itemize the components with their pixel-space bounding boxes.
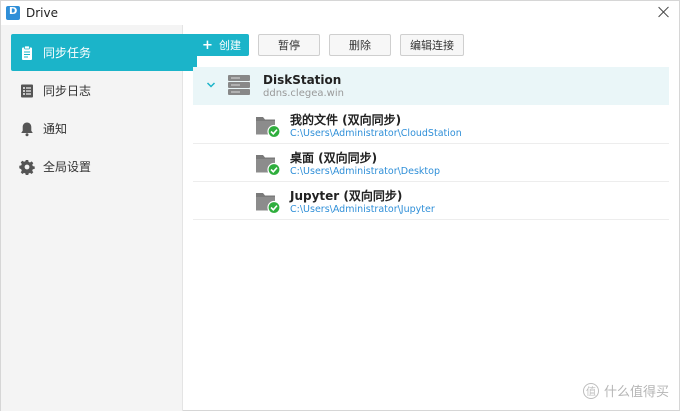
server-name: DiskStation bbox=[263, 73, 342, 87]
plus-icon: + bbox=[202, 37, 213, 53]
watermark: 值 什么值得买 bbox=[582, 381, 669, 400]
drive-logo-icon bbox=[6, 6, 20, 20]
watermark-text: 什么值得买 bbox=[603, 385, 669, 400]
sidebar-item-sync-tasks[interactable]: 同步任务 bbox=[11, 34, 197, 71]
sidebar-item-label: 通知 bbox=[43, 122, 68, 136]
sidebar: 同步任务 同步日志 通知 全局设置 bbox=[1, 25, 197, 411]
task-name: 我的文件 (双向同步) bbox=[290, 113, 402, 127]
sidebar-item-label: 同步任务 bbox=[43, 46, 92, 60]
task-row[interactable]: Jupyter (双向同步) C:\Users\Administrator\Ju… bbox=[193, 182, 669, 220]
title-bar: Drive bbox=[1, 1, 679, 25]
watermark-badge: 值 bbox=[582, 382, 599, 399]
sidebar-item-label: 全局设置 bbox=[43, 160, 92, 174]
bell-icon bbox=[19, 121, 35, 137]
sidebar-item-label: 同步日志 bbox=[43, 84, 92, 98]
task-path[interactable]: C:\Users\Administrator\Jupyter bbox=[290, 204, 435, 215]
gear-icon bbox=[19, 159, 35, 175]
task-name: 桌面 (双向同步) bbox=[290, 151, 378, 165]
task-path[interactable]: C:\Users\Administrator\Desktop bbox=[290, 166, 440, 177]
synced-folder-icon bbox=[255, 152, 281, 177]
window-title: Drive bbox=[26, 6, 58, 20]
close-icon[interactable] bbox=[657, 5, 671, 19]
clipboard-icon bbox=[19, 45, 35, 61]
list-icon bbox=[19, 83, 35, 99]
task-name: Jupyter (双向同步) bbox=[290, 189, 403, 203]
toolbar: + 创建 暂停 删除 编辑连接 bbox=[194, 34, 464, 56]
create-button[interactable]: + 创建 bbox=[194, 34, 249, 56]
delete-button[interactable]: 删除 bbox=[329, 34, 391, 56]
task-row[interactable]: 我的文件 (双向同步) C:\Users\Administrator\Cloud… bbox=[193, 106, 669, 144]
synced-folder-icon bbox=[255, 190, 281, 215]
sidebar-item-sync-log[interactable]: 同步日志 bbox=[11, 72, 197, 109]
server-host: ddns.clegea.win bbox=[263, 88, 344, 99]
sidebar-item-global-settings[interactable]: 全局设置 bbox=[11, 148, 197, 185]
app-window: Drive 同步任务 同步日志 通知 全局设置 bbox=[0, 0, 680, 411]
task-path[interactable]: C:\Users\Administrator\CloudStation bbox=[290, 128, 462, 139]
synced-folder-icon bbox=[255, 114, 281, 139]
pause-button[interactable]: 暂停 bbox=[258, 34, 320, 56]
chevron-down-icon[interactable] bbox=[206, 79, 216, 89]
server-row[interactable]: DiskStation ddns.clegea.win bbox=[193, 67, 669, 105]
nas-server-icon bbox=[227, 74, 251, 96]
sidebar-item-notifications[interactable]: 通知 bbox=[11, 110, 197, 147]
create-button-label: 创建 bbox=[218, 39, 241, 52]
task-row[interactable]: 桌面 (双向同步) C:\Users\Administrator\Desktop bbox=[193, 144, 669, 182]
edit-connection-button[interactable]: 编辑连接 bbox=[400, 34, 464, 56]
